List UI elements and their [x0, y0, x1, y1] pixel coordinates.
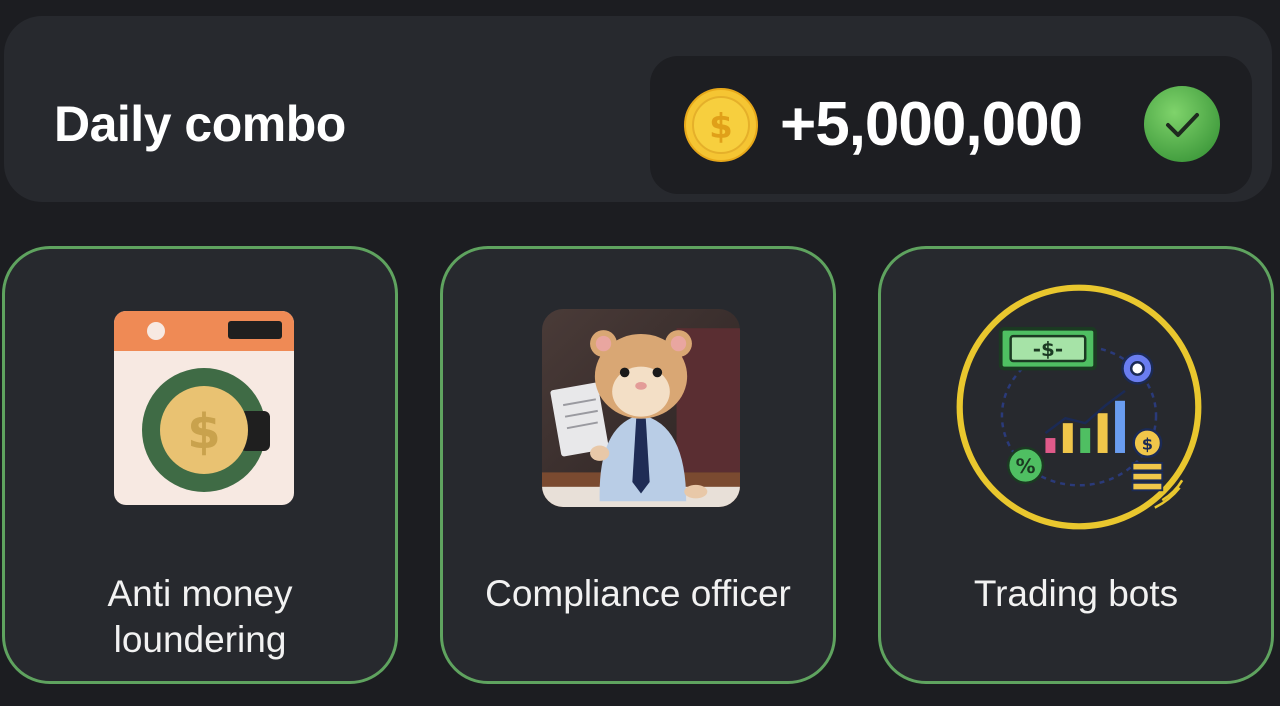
card-label: Trading bots [881, 571, 1271, 617]
trading-bot-chart-icon: -$- % $ [956, 284, 1202, 530]
card-label: Compliance officer [443, 571, 833, 617]
card-label-line: Compliance officer [485, 573, 791, 614]
svg-text:$: $ [709, 107, 733, 147]
svg-text:$: $ [1142, 434, 1153, 453]
card-label-line: Trading bots [973, 573, 1179, 614]
card-label: Anti money loundering [5, 571, 395, 663]
page-title: Daily combo [54, 96, 346, 152]
reward-value: +5,000,000 [780, 90, 1083, 159]
check-circle-icon [1144, 86, 1220, 162]
card-label-line: loundering [113, 619, 287, 660]
page: Daily combo $ +5,000,000 $ Anti money lo… [0, 0, 1280, 706]
reward-pill: $ +5,000,000 [650, 56, 1252, 194]
svg-text:%: % [1016, 455, 1036, 478]
dollar-coin-icon: $ [684, 88, 758, 162]
combo-card-trading-bots[interactable]: -$- % $ Trading bots [878, 246, 1274, 684]
hamster-officer-image [542, 309, 740, 507]
daily-combo-header: Daily combo $ +5,000,000 [4, 16, 1272, 202]
washing-machine-dollar-icon: $ [114, 311, 294, 505]
card-label-line: Anti money [107, 573, 293, 614]
svg-text:-$-: -$- [1033, 338, 1063, 361]
svg-text:$: $ [187, 404, 220, 460]
combo-card-compliance-officer[interactable]: Compliance officer [440, 246, 836, 684]
combo-card-anti-money-laundering[interactable]: $ Anti money loundering [2, 246, 398, 684]
